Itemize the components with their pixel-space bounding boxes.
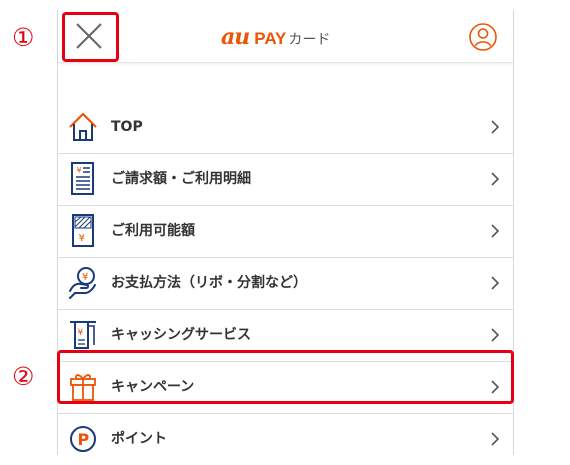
svg-text:¥: ¥ [77, 166, 82, 175]
chevron-right-icon [491, 432, 500, 446]
menu-item-payment-method[interactable]: ¥ お支払方法（リボ・分割など） [58, 258, 513, 310]
menu-item-label: TOP [111, 119, 143, 135]
payment-method-icon: ¥ [69, 267, 96, 299]
menu-item-label: ポイント [111, 431, 167, 447]
menu-item-top[interactable]: TOP [58, 102, 513, 154]
point-icon: P [70, 426, 96, 452]
user-icon [469, 23, 497, 51]
bill-statement-icon: ¥ [71, 162, 94, 195]
chevron-right-icon [491, 120, 500, 134]
svg-text:P: P [78, 430, 90, 449]
chevron-right-icon [491, 224, 500, 238]
menu-item-available-amount[interactable]: ¥ ご利用可能額 [58, 206, 513, 258]
menu-list: TOP ¥ ご請求額・ご利用明細 ¥ ご利用可能額 ¥ お支払方法（リボ・分割な… [58, 102, 513, 465]
logo-au-text: au [221, 24, 250, 50]
au-pay-card-logo: au PAY カード [221, 24, 330, 50]
annotation-marker-1: ① [12, 23, 35, 52]
chevron-right-icon [491, 172, 500, 186]
campaign-highlight [57, 350, 514, 404]
menu-item-label: ご請求額・ご利用明細 [111, 171, 251, 187]
svg-text:¥: ¥ [82, 272, 88, 283]
svg-text:¥: ¥ [79, 233, 85, 244]
cashing-icon: ¥ [70, 321, 96, 349]
header: au PAY カード [58, 10, 513, 63]
annotation-marker-2: ② [12, 362, 35, 391]
logo-card-text: カード [288, 32, 331, 48]
close-button-highlight [62, 12, 119, 62]
home-icon [69, 112, 97, 141]
available-amount-icon: ¥ [72, 214, 94, 247]
user-account-button[interactable] [468, 22, 498, 52]
logo-pay-text: PAY [254, 29, 287, 48]
chevron-right-icon [491, 328, 500, 342]
menu-item-label: ご利用可能額 [111, 223, 195, 239]
menu-item-label: お支払方法（リボ・分割など） [111, 275, 307, 291]
menu-item-billing[interactable]: ¥ ご請求額・ご利用明細 [58, 154, 513, 206]
svg-text:¥: ¥ [78, 328, 84, 338]
chevron-right-icon [491, 276, 500, 290]
menu-item-point[interactable]: P ポイント [58, 414, 513, 465]
